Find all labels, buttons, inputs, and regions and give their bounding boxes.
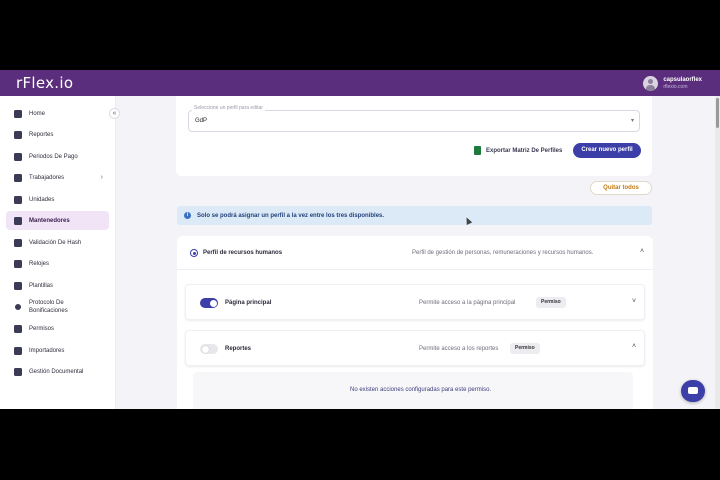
permission-toggle[interactable] (200, 298, 218, 308)
permission-card-main-page: Página principal Permite acceso a la pág… (185, 284, 645, 320)
chevron-up-icon[interactable]: ˄ (632, 343, 636, 350)
user-subtitle: rflexio.com (663, 83, 688, 90)
page-scrollbar[interactable] (715, 96, 720, 409)
sitemap-icon (14, 195, 22, 204)
profile-card: Perfil de recursos humanos Perfil de ges… (177, 236, 653, 409)
user-name: capsulaorflex (663, 76, 702, 83)
profile-select-value: GdP (195, 118, 208, 124)
clock-icon (14, 259, 22, 268)
chevron-down-icon[interactable]: ˅ (632, 298, 636, 305)
dot-icon (15, 304, 21, 310)
sidebar-item-mantenedores[interactable]: Mantenedores (6, 211, 109, 230)
user-info: capsulaorflex rflexio.com (663, 76, 702, 91)
empty-actions-text: No existen acciones configuradas para es… (350, 387, 492, 393)
caret-down-icon: ▾ (630, 118, 634, 124)
lock-icon (14, 216, 22, 225)
profile-select[interactable]: GdP ▾ (188, 110, 640, 132)
export-matrix-link[interactable]: Exportar Matriz De Perfiles (474, 146, 562, 155)
sidebar-item-label: Reportes (29, 131, 54, 138)
collapse-sidebar-icon[interactable]: « (109, 108, 120, 119)
sidebar-item-label: Importadores (29, 347, 65, 354)
sidebar-item-label: Unidades (29, 196, 55, 203)
avatar[interactable] (643, 75, 659, 91)
toggle-knob (201, 345, 209, 353)
main-content: GdP ▾ Seleccione un perfil para editar E… (116, 96, 720, 409)
sidebar-item-label: Gestión Documental (29, 368, 84, 375)
sidebar-item-label: Trabajadores (29, 174, 65, 181)
users-icon (14, 173, 22, 182)
document-icon (14, 367, 22, 376)
sidebar-item-label: Mantenedores (29, 217, 70, 224)
permission-description: Permite acceso a los reportes (419, 346, 499, 352)
sidebar-item-protocolo[interactable]: Protocolo De Bonificaciones (6, 295, 109, 319)
profile-description: Perfil de gestión de personas, remunerac… (412, 250, 594, 256)
excel-icon (474, 146, 481, 155)
create-profile-button[interactable]: Crear nuevo perfil (573, 143, 641, 158)
sidebar-item-trabajadores[interactable]: Trabajadores › (6, 168, 109, 187)
app-window: rFlex.io capsulaorflex rflexio.com Home … (0, 70, 720, 409)
permission-card-reports: Reportes Permite acceso a los reportes P… (185, 330, 645, 366)
sidebar-item-label: Relojes (29, 260, 50, 267)
sidebar-item-validacion-hash[interactable]: Validación De Hash (6, 233, 109, 252)
permission-description: Permite acceso a la página principal (419, 300, 516, 306)
profile-select-card: GdP ▾ Seleccione un perfil para editar E… (176, 96, 652, 176)
chevron-up-icon[interactable]: ˄ (640, 248, 644, 255)
chevron-right-icon: › (100, 174, 103, 181)
top-bar: rFlex.io capsulaorflex rflexio.com (0, 70, 720, 96)
export-matrix-label: Exportar Matriz De Perfiles (486, 147, 563, 154)
calendar-icon (14, 152, 22, 161)
profile-radio[interactable] (190, 249, 198, 257)
permission-badge: Permiso (510, 343, 540, 354)
permission-badge: Permiso (536, 297, 566, 308)
sidebar-item-reportes[interactable]: Reportes (6, 125, 109, 144)
profile-header[interactable]: Perfil de recursos humanos Perfil de ges… (177, 236, 653, 270)
sidebar-item-label: Validación De Hash (29, 239, 82, 246)
sidebar-item-label: Permisos (29, 325, 55, 332)
info-banner: i Solo se podrá asignar un perfil a la v… (177, 206, 652, 225)
permission-icon (14, 324, 22, 333)
permission-title: Reportes (225, 346, 252, 352)
chart-line-icon (14, 109, 22, 118)
sidebar-item-home[interactable]: Home (6, 104, 109, 123)
sidebar-item-periodos[interactable]: Periodos De Pago (6, 147, 109, 166)
permission-title: Página principal (225, 300, 272, 306)
template-icon (14, 281, 22, 290)
empty-actions-box: No existen acciones configuradas para es… (193, 372, 633, 409)
sidebar-item-label: Home (29, 110, 46, 117)
download-icon (14, 346, 22, 355)
sidebar-item-importadores[interactable]: Importadores (6, 341, 109, 360)
screen-frame: rFlex.io capsulaorflex rflexio.com Home … (0, 0, 720, 480)
user-menu[interactable]: capsulaorflex rflexio.com (643, 73, 702, 93)
profile-name: Perfil de recursos humanos (203, 250, 283, 256)
scrollbar-thumb[interactable] (716, 98, 719, 128)
sidebar-item-unidades[interactable]: Unidades (6, 190, 109, 209)
profile-select-label: Seleccione un perfil para editar (192, 105, 265, 111)
sidebar-item-label: Periodos De Pago (29, 153, 78, 160)
sidebar: Home Reportes Periodos De Pago Trabajado… (0, 96, 116, 409)
info-text: Solo se podrá asignar un perfil a la vez… (197, 212, 385, 219)
hash-icon (14, 238, 22, 247)
toggle-knob (209, 299, 217, 307)
clear-all-button[interactable]: Quitar todos (590, 181, 652, 195)
info-icon: i (184, 212, 191, 219)
sidebar-item-label: Protocolo De Bonificaciones (29, 300, 68, 314)
sidebar-item-plantillas[interactable]: Plantillas (6, 276, 109, 295)
permission-toggle[interactable] (200, 344, 218, 354)
sidebar-item-relojes[interactable]: Relojes (6, 254, 109, 273)
sidebar-item-permisos[interactable]: Permisos (6, 319, 109, 338)
sidebar-item-gestion-documental[interactable]: Gestión Documental (6, 362, 109, 381)
chat-icon[interactable] (681, 380, 705, 402)
report-icon (14, 130, 22, 139)
sidebar-item-label: Plantillas (29, 282, 54, 289)
brand-logo: rFlex.io (16, 74, 74, 92)
